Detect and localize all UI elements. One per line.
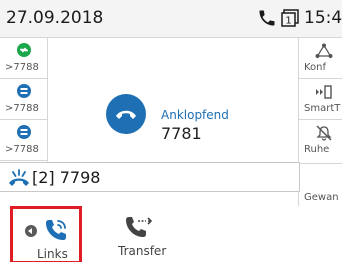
links-softkey-label: Links [37, 247, 68, 261]
line-1-number: 1 [285, 16, 291, 27]
call-link-icon [46, 220, 66, 240]
smart-transfer-icon [316, 85, 332, 99]
time-display: 15:48 [304, 8, 342, 28]
function-key-label: Konf [304, 62, 327, 73]
line-number: >7788 [5, 103, 39, 114]
call-active-icon [17, 43, 31, 57]
do-not-disturb-icon [316, 125, 332, 141]
line-key-1[interactable]: >7788 [0, 38, 48, 79]
links-softkey[interactable]: Links [10, 206, 82, 262]
date-display: 27.09.2018 [6, 8, 104, 28]
conference-icon [315, 43, 333, 58]
call-status: Anklopfend [161, 108, 229, 122]
call-hold-icon [17, 84, 31, 98]
conference-key[interactable]: Konf [299, 38, 342, 79]
function-key-label: Ruhe [304, 144, 330, 155]
line-1-icon: 1 [281, 9, 299, 27]
left-arrow-icon [25, 225, 37, 237]
end-call-button[interactable] [106, 94, 146, 134]
status-bar: 27.09.2018 1 15:48 [0, 0, 342, 38]
call-number: 7781 [161, 124, 202, 143]
line-number: >7788 [5, 62, 39, 73]
transfer-softkey[interactable]: Transfer [110, 206, 180, 262]
smart-transfer-key[interactable]: SmartT [299, 79, 342, 120]
incoming-call-icon [9, 169, 29, 186]
do-not-disturb-key[interactable]: Ruhe [299, 120, 342, 164]
call-hold-icon [17, 125, 31, 139]
transfer-icon [126, 217, 153, 237]
line-key-2[interactable]: >7788 [0, 79, 48, 120]
function-key-label: SmartT [304, 103, 341, 114]
end-call-icon [116, 110, 136, 119]
waiting-call-bar[interactable]: [2] 7798 [0, 162, 300, 192]
transfer-softkey-label: Transfer [118, 244, 167, 258]
line-keys-panel: >7788 >7788 >7788 [0, 38, 48, 162]
softkey-bar: Links Transfer [0, 206, 342, 262]
call-display: Anklopfend 7781 [48, 38, 298, 162]
line-key-3[interactable]: >7788 [0, 120, 48, 161]
handset-icon [259, 10, 275, 26]
function-keys-panel: Konf SmartT Ruhe Gewan [298, 38, 342, 206]
line-number: >7788 [5, 144, 39, 155]
waiting-call-text: [2] 7798 [32, 168, 101, 187]
function-key-label: Gewan [304, 192, 339, 203]
forwarding-key[interactable]: Gewan [299, 164, 342, 205]
